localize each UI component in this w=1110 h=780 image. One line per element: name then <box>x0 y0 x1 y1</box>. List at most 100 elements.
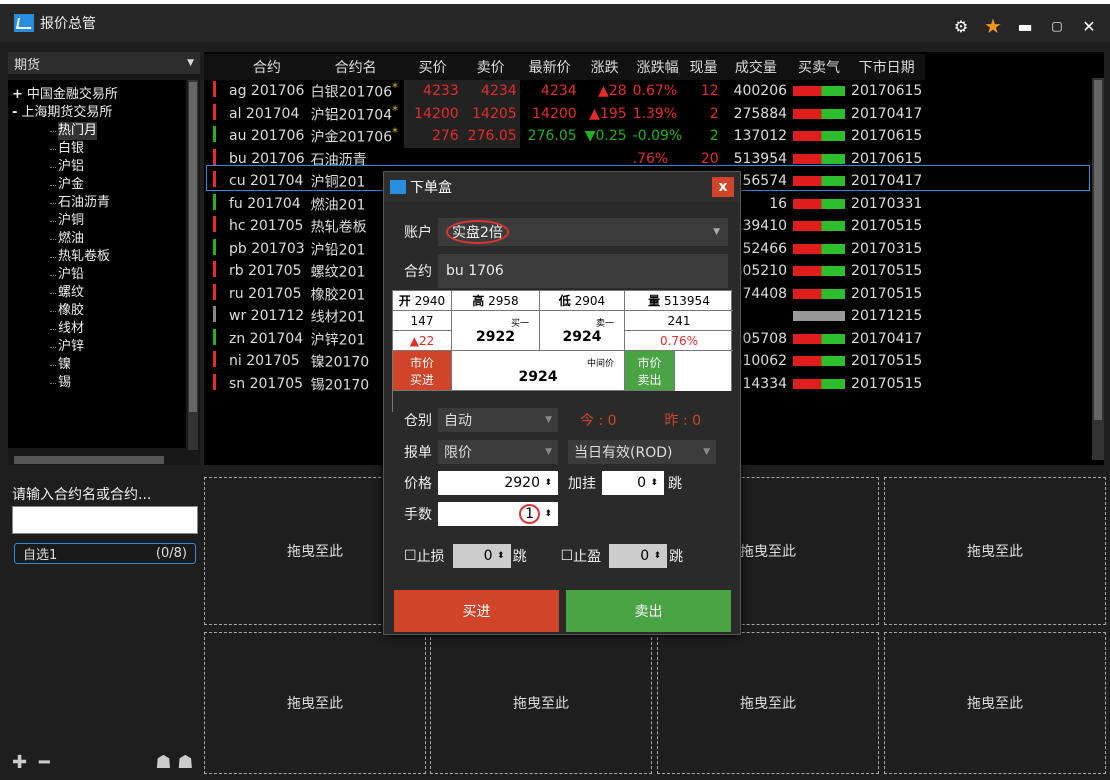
tree-item[interactable]: 沪锌 <box>12 338 182 356</box>
drop-zone[interactable]: 拖曳至此 <box>884 477 1106 625</box>
qty-input[interactable]: 1 ⬍ <box>438 502 558 526</box>
column-header[interactable]: 现量 <box>685 54 722 80</box>
tif-select[interactable]: 当日有效(ROD) ▼ <box>568 440 716 464</box>
contract-row: 合约 bu 1706 <box>404 254 728 288</box>
column-header[interactable]: 成交量 <box>721 54 791 80</box>
stepper-icon[interactable]: ⬍ <box>497 551 505 561</box>
drop-zone[interactable]: 拖曳至此 <box>657 632 879 774</box>
stoploss-checkbox[interactable]: ☐ <box>404 548 417 564</box>
tree-item-label: 石油沥青 <box>58 195 111 210</box>
stepper-icon[interactable]: ⬍ <box>544 478 552 488</box>
expiry-date: 20170417 <box>851 105 923 122</box>
column-header[interactable]: 最新价 <box>519 54 580 80</box>
column-header[interactable]: 涨跌 <box>579 54 630 80</box>
expiry-date: 20170615 <box>851 83 923 100</box>
column-header[interactable]: 合约名 <box>307 54 404 80</box>
sentiment-cell <box>790 350 848 373</box>
table-row[interactable]: al 201704 沪铝201704* 14200 14205 14200 ▲195 1.3… <box>204 102 925 125</box>
tree-item-label: 沪铜 <box>58 213 85 228</box>
tree-item[interactable]: 线材 <box>12 320 182 338</box>
current-volume: 20 <box>700 150 719 167</box>
last-price: 4234 <box>541 83 577 100</box>
candle-icon <box>213 193 216 210</box>
expiry-date: 20170331 <box>851 195 923 212</box>
table-row[interactable]: au 201706 沪金201706* 276 276.05 276.05 ▼0.25 -0… <box>204 125 925 148</box>
market-sell-button[interactable]: 市价 卖出 <box>625 351 675 391</box>
tree-item[interactable]: 白银 <box>12 140 182 158</box>
order-type-select[interactable]: 限价 ▼ <box>438 440 558 464</box>
tree-hscrollbar[interactable] <box>14 456 164 464</box>
tree-item[interactable]: 热轧卷板 <box>12 248 182 266</box>
tree-item[interactable]: 锡 <box>12 374 182 392</box>
column-header[interactable]: 买价 <box>403 54 462 80</box>
tree-item[interactable]: 沪铅 <box>12 266 182 284</box>
sell-button[interactable]: 卖出 <box>566 590 731 632</box>
minimize-icon[interactable]: ▬ <box>1014 17 1036 36</box>
tree-item[interactable]: 橡胶 <box>12 302 182 320</box>
stepper-icon[interactable]: ⬍ <box>650 478 658 488</box>
market-buy-button[interactable]: 市价 买进 <box>393 351 452 391</box>
stepper-icon[interactable]: ⬍ <box>654 551 662 561</box>
tree-item[interactable]: 沪铝 <box>12 158 182 176</box>
favorite-star: * <box>392 125 398 140</box>
column-header[interactable]: 卖价 <box>461 54 520 80</box>
add-input[interactable]: 0 ⬍ <box>602 471 664 495</box>
tree-item[interactable]: 镍 <box>12 356 182 374</box>
stoploss-value: 0 <box>483 548 493 564</box>
position-select[interactable]: 自动 ▼ <box>438 408 558 432</box>
price-input[interactable]: 2920 ⬍ <box>438 471 558 495</box>
star-icon[interactable]: ★ <box>982 14 1004 38</box>
dialog-close-button[interactable]: x <box>712 177 734 197</box>
table-row[interactable]: ag 201706 白银201706* 4233 4234 4234 ▲28 0.67% 12… <box>204 80 925 103</box>
sentiment-bar <box>793 131 846 142</box>
ask-price: 4234 <box>461 80 520 103</box>
sentiment-bar <box>793 176 846 187</box>
gear-icon[interactable]: ⚙ <box>950 17 972 36</box>
drop-zone[interactable]: 拖曳至此 <box>204 632 426 774</box>
tree-item[interactable]: 热门月 <box>12 122 182 140</box>
chevron-down-icon: ▼ <box>545 447 552 457</box>
takeprofit-input[interactable]: 0 ⬍ <box>609 544 668 568</box>
tree-item[interactable]: + 中国金融交易所 <box>12 86 182 104</box>
watchlist-tab[interactable]: 自选1 (0/8) <box>14 543 196 564</box>
contract-field[interactable]: bu 1706 <box>438 254 728 288</box>
account-select[interactable]: 实盘2倍 ▼ <box>438 218 728 246</box>
tree-item[interactable]: 沪金 <box>12 176 182 194</box>
qty-row: 手数 1 ⬍ <box>404 502 558 526</box>
search-input[interactable] <box>12 506 198 534</box>
column-header[interactable]: 买卖气 <box>790 54 849 80</box>
import-icon[interactable]: ☗ <box>177 752 193 773</box>
expand-icon[interactable]: + <box>12 87 23 102</box>
candle-cell <box>204 80 226 103</box>
column-header[interactable]: 涨跌幅 <box>629 54 686 80</box>
takeprofit-checkbox[interactable]: ☐ <box>561 548 574 564</box>
tree-item[interactable]: 螺纹 <box>12 284 182 302</box>
sentiment-bar <box>793 243 846 254</box>
add-icon[interactable]: ✚ <box>12 752 27 773</box>
drop-zone[interactable]: 拖曳至此 <box>430 632 652 774</box>
tree-item[interactable]: - 上海期货交易所 <box>12 104 182 122</box>
change-pct: 0.67% <box>632 83 678 100</box>
tree-scrollbar[interactable] <box>188 80 198 450</box>
stepper-icon[interactable]: ⬍ <box>544 509 552 519</box>
category-select[interactable]: 期货 ▼ <box>8 52 200 74</box>
drop-zone[interactable]: 拖曳至此 <box>884 632 1106 774</box>
collapse-icon[interactable]: - <box>12 105 17 120</box>
column-header[interactable]: 合约 <box>226 54 308 80</box>
tree-item[interactable]: 燃油 <box>12 230 182 248</box>
tree-item-label: 沪铝 <box>58 159 85 174</box>
candle-cell <box>204 260 226 283</box>
tree-item[interactable]: 石油沥青 <box>12 194 182 212</box>
close-icon[interactable]: ✕ <box>1078 17 1100 36</box>
maximize-icon[interactable]: ▢ <box>1046 19 1068 33</box>
stoploss-input[interactable]: 0 ⬍ <box>452 544 511 568</box>
high-label: 高 <box>472 294 485 308</box>
tree-item[interactable]: 沪铜 <box>12 212 182 230</box>
export-icon[interactable]: ☗ <box>155 752 171 773</box>
buy-button[interactable]: 买进 <box>394 590 559 632</box>
grid-scrollbar[interactable] <box>1092 78 1104 460</box>
remove-icon[interactable]: ━ <box>39 752 50 773</box>
takeprofit-value: 0 <box>640 548 650 564</box>
column-header[interactable]: 下市日期 <box>848 54 926 80</box>
table-row[interactable]: bu 201706 石油沥青 .76% 20 513954 20170615 <box>204 147 925 170</box>
